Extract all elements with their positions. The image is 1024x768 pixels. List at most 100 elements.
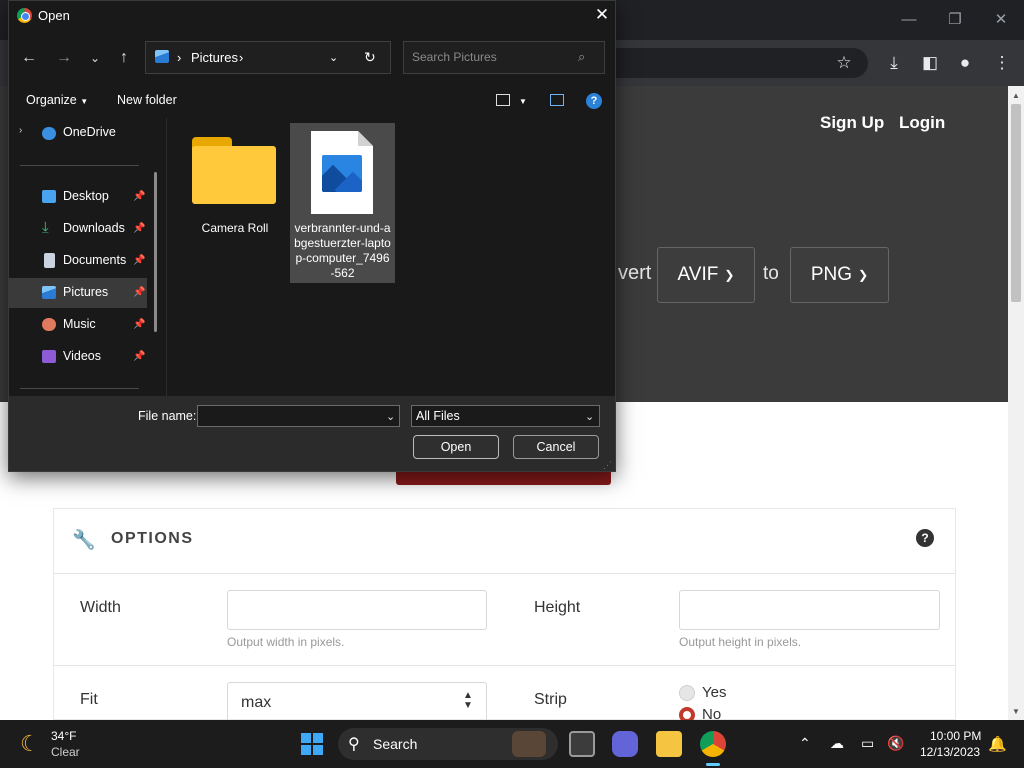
preview-pane-icon[interactable] — [550, 94, 564, 106]
open-button[interactable]: Open — [413, 435, 499, 459]
file-explorer-icon[interactable] — [656, 731, 682, 757]
new-folder-button[interactable]: New folder — [117, 93, 177, 107]
task-view-icon[interactable] — [569, 731, 595, 757]
nav-item-videos[interactable]: Videos 📌 — [9, 342, 147, 372]
onedrive-offline-icon[interactable]: ☁ — [830, 735, 844, 752]
pictures-icon — [155, 50, 169, 63]
height-input[interactable] — [679, 590, 940, 630]
clock-time[interactable]: 10:00 PM — [930, 729, 981, 743]
signup-link[interactable]: Sign Up — [820, 113, 884, 133]
windows-logo-pane — [301, 733, 311, 743]
restore-button[interactable]: ❐ — [940, 8, 970, 32]
address-dropdown-chevron-icon[interactable]: ⌄ — [329, 51, 338, 64]
chrome-taskbar-icon[interactable] — [700, 731, 726, 757]
nav-item-documents[interactable]: Documents 📌 — [9, 246, 147, 276]
minimize-button[interactable]: — — [894, 8, 924, 32]
profile-icon[interactable]: ● — [954, 52, 976, 74]
start-button[interactable] — [301, 733, 323, 755]
scrollbar-thumb[interactable] — [1011, 104, 1021, 302]
view-dropdown-triangle-icon[interactable]: ▼ — [519, 97, 527, 106]
recent-locations-chevron-icon[interactable]: ⌄ — [83, 46, 107, 70]
file-tile-label: verbrannter-und-abgestuerzter-laptop-com… — [294, 221, 391, 280]
height-hint: Output height in pixels. — [679, 635, 802, 649]
file-name-input[interactable] — [197, 405, 400, 427]
dialog-help-icon[interactable]: ? — [586, 93, 602, 109]
videos-icon — [42, 350, 56, 363]
download-icon[interactable]: ⤓ — [883, 52, 905, 74]
nav-item-downloads[interactable]: ⤓ Downloads 📌 — [9, 214, 147, 244]
organize-button[interactable]: Organize ▼ — [26, 93, 88, 107]
from-format-select[interactable]: AVIF ❯ — [657, 247, 755, 303]
nav-item-label: Pictures — [63, 285, 109, 299]
wrench-icon: 🔧 — [72, 530, 96, 551]
scroll-up-icon[interactable]: ▲ — [1008, 88, 1024, 104]
breadcrumb-separator-icon[interactable]: › — [239, 50, 243, 65]
display-icon[interactable]: ▭ — [861, 735, 874, 752]
show-hidden-icons-chevron-icon[interactable]: ⌃ — [799, 735, 811, 752]
breadcrumb-pictures[interactable]: Pictures — [191, 50, 238, 65]
strip-yes-radio[interactable] — [679, 685, 695, 701]
scroll-down-icon[interactable]: ▼ — [1008, 704, 1024, 720]
moon-icon[interactable]: ☾ — [20, 731, 40, 757]
search-icon: ⚲ — [348, 736, 360, 753]
dialog-address-bar[interactable] — [145, 41, 391, 74]
file-name-dropdown-chevron-icon[interactable]: ⌄ — [386, 410, 395, 423]
nav-item-desktop[interactable]: Desktop 📌 — [9, 182, 147, 212]
width-input[interactable] — [227, 590, 487, 630]
fit-select[interactable]: max — [227, 682, 487, 722]
to-format-select[interactable]: PNG ❯ — [790, 247, 889, 303]
address-bar[interactable] — [600, 48, 868, 78]
file-tile-label: Camera Roll — [201, 221, 269, 235]
pin-icon: 📌 — [133, 223, 146, 234]
nav-item-label: OneDrive — [63, 125, 116, 139]
desktop-icon — [42, 190, 56, 203]
back-arrow-icon[interactable]: ← — [17, 46, 41, 70]
options-title: OPTIONS — [111, 530, 194, 547]
pane-divider — [166, 118, 167, 396]
file-name-label: File name: — [138, 409, 197, 423]
resize-grip-icon[interactable]: ⋰ — [603, 460, 612, 471]
row-divider — [53, 665, 956, 666]
select-file-button[interactable] — [396, 470, 611, 485]
close-window-button[interactable]: ✕ — [986, 8, 1016, 32]
nav-item-pictures[interactable]: Pictures 📌 — [9, 278, 147, 308]
refresh-icon[interactable]: ↻ — [364, 49, 376, 66]
teams-chat-icon[interactable] — [612, 731, 638, 757]
nav-item-onedrive[interactable]: › OneDrive — [9, 118, 147, 148]
cloud-icon — [42, 127, 56, 140]
help-icon[interactable]: ? — [916, 529, 934, 547]
volume-muted-icon[interactable]: 🔇 — [887, 735, 904, 752]
sidepanel-icon[interactable]: ◧ — [919, 52, 941, 74]
search-icon: ⌕ — [578, 49, 586, 64]
image-thumbnail-icon — [322, 155, 362, 192]
nav-item-music[interactable]: Music 📌 — [9, 310, 147, 340]
to-label: to — [763, 263, 779, 284]
forward-arrow-icon[interactable]: → — [52, 46, 76, 70]
close-icon[interactable]: ✕ — [590, 4, 614, 26]
chevron-down-icon: ❯ — [858, 268, 869, 282]
nav-pane-scrollbar[interactable] — [154, 172, 157, 332]
kebab-menu-icon[interactable]: ⋮ — [991, 52, 1013, 74]
file-type-select[interactable]: All Files — [411, 405, 600, 427]
weather-temperature[interactable]: 34°F — [51, 729, 76, 743]
breadcrumb-separator-icon: › — [177, 50, 182, 65]
star-icon[interactable]: ☆ — [833, 52, 855, 74]
pin-icon: 📌 — [133, 287, 146, 298]
up-arrow-icon[interactable]: ↑ — [112, 46, 136, 70]
view-options-icon[interactable] — [496, 94, 510, 106]
notification-bell-icon[interactable]: 🔔 — [988, 735, 1007, 753]
search-highlight-image — [512, 731, 546, 757]
login-link[interactable]: Login — [899, 113, 945, 133]
weather-condition[interactable]: Clear — [51, 745, 80, 759]
expand-chevron-icon[interactable]: › — [19, 125, 22, 136]
width-hint: Output width in pixels. — [227, 635, 345, 649]
nav-separator — [20, 388, 139, 389]
strip-label: Strip — [534, 691, 567, 708]
chrome-logo-icon — [17, 8, 32, 23]
cancel-button[interactable]: Cancel — [513, 435, 599, 459]
nav-separator — [20, 165, 139, 166]
file-type-dropdown-chevron-icon[interactable]: ⌄ — [585, 410, 594, 423]
clock-date[interactable]: 12/13/2023 — [920, 745, 980, 759]
pictures-icon — [42, 286, 56, 299]
documents-icon — [44, 253, 55, 268]
